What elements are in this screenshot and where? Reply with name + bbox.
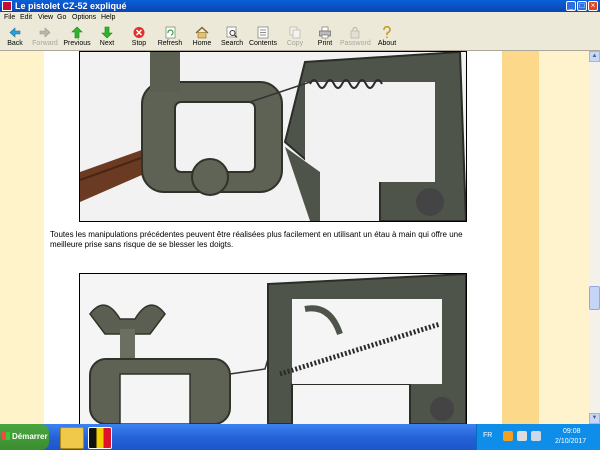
- system-tray: FR 09:08 2/10/2017: [476, 424, 600, 450]
- taskbar: Démarrer FR 09:08 2/10/2017: [0, 424, 600, 450]
- clock-date: 2/10/2017: [555, 438, 587, 445]
- active-window-button[interactable]: [88, 427, 112, 449]
- network-icon[interactable]: [517, 431, 527, 441]
- photo-vise-trigger-spring: [79, 51, 467, 222]
- search-icon: [225, 26, 239, 39]
- previous-button[interactable]: Previous: [63, 26, 91, 50]
- menu-edit[interactable]: Edit: [20, 12, 32, 24]
- volume-icon[interactable]: [531, 431, 541, 441]
- contents-button[interactable]: Contents: [248, 26, 278, 50]
- window-title: Le pistolet CZ-52 expliqué: [15, 1, 127, 11]
- maximize-button[interactable]: □: [577, 1, 587, 11]
- menu-view[interactable]: View: [38, 12, 53, 24]
- forward-arrow-icon: [38, 26, 52, 39]
- vertical-scrollbar[interactable]: ▲ ▼: [589, 51, 600, 424]
- toolbar: Back Forward Previous Next Stop Refresh: [0, 24, 600, 51]
- forward-button[interactable]: Forward: [30, 26, 60, 50]
- left-margin-band: [0, 51, 44, 424]
- up-arrow-icon: [70, 26, 84, 39]
- language-indicator[interactable]: FR: [483, 432, 492, 439]
- menu-bar: File Edit View Go Options Help: [0, 12, 600, 24]
- instruction-paragraph: Toutes les manipulations précédentes peu…: [50, 230, 463, 249]
- app-icon: [2, 1, 12, 11]
- password-icon: [348, 26, 362, 39]
- home-icon: [195, 26, 209, 39]
- back-button[interactable]: Back: [3, 26, 27, 50]
- minimize-button[interactable]: _: [566, 1, 576, 11]
- scroll-down-button[interactable]: ▼: [589, 413, 600, 424]
- about-button[interactable]: About: [377, 25, 397, 50]
- menu-go[interactable]: Go: [57, 12, 66, 24]
- windows-flag-icon: [2, 432, 10, 440]
- stop-button[interactable]: Stop: [129, 26, 149, 50]
- home-button[interactable]: Home: [192, 26, 212, 50]
- right-margin-band-light: [539, 51, 589, 424]
- menu-options[interactable]: Options: [72, 12, 96, 24]
- title-bar[interactable]: Le pistolet CZ-52 expliqué _ □ ×: [0, 0, 600, 12]
- contents-icon: [256, 26, 270, 39]
- copy-icon: [288, 26, 302, 39]
- refresh-button[interactable]: Refresh: [157, 26, 183, 50]
- tray-app-icon[interactable]: [503, 431, 513, 441]
- search-button[interactable]: Search: [221, 26, 243, 50]
- menu-file[interactable]: File: [4, 12, 15, 24]
- right-margin-band: [502, 51, 539, 424]
- copy-button[interactable]: Copy: [285, 26, 305, 50]
- clock-time: 09:08: [563, 428, 581, 435]
- stop-icon: [132, 26, 146, 39]
- next-button[interactable]: Next: [97, 26, 117, 50]
- scroll-thumb[interactable]: [589, 286, 600, 310]
- refresh-icon: [163, 26, 177, 39]
- print-button[interactable]: Print: [316, 26, 334, 50]
- start-button[interactable]: Démarrer: [0, 424, 49, 450]
- folder-icon[interactable]: [60, 427, 84, 449]
- close-button[interactable]: ×: [588, 1, 598, 11]
- about-icon: [380, 25, 394, 39]
- back-arrow-icon: [8, 26, 22, 39]
- menu-help[interactable]: Help: [101, 12, 115, 24]
- print-icon: [318, 26, 332, 39]
- photo-vise-mounted-frame: [79, 273, 467, 425]
- password-button[interactable]: Password: [340, 26, 371, 50]
- down-arrow-icon: [100, 26, 114, 39]
- scroll-up-button[interactable]: ▲: [589, 51, 600, 62]
